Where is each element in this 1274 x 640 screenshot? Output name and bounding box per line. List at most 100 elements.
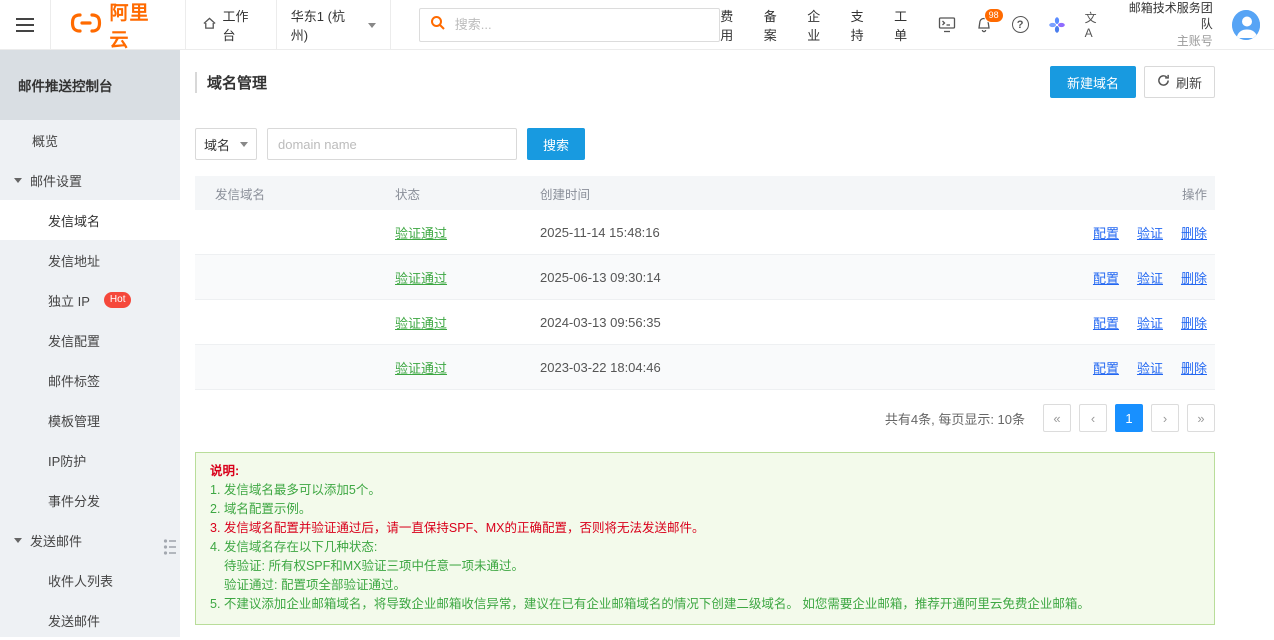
account-type: 主账号 bbox=[1122, 33, 1212, 49]
notice-line: 1. 发信域名最多可以添加5个。 bbox=[210, 481, 1200, 500]
verify-link[interactable]: 验证 bbox=[1137, 358, 1163, 377]
sidebar-item-sender-domains[interactable]: 发信域名 bbox=[0, 200, 180, 240]
triangle-down-icon bbox=[14, 538, 22, 547]
sidebar-item-event-dispatch[interactable]: 事件分发 bbox=[0, 480, 180, 520]
triangle-down-icon bbox=[14, 178, 22, 187]
created-time: 2024-03-13 09:56:35 bbox=[540, 315, 1000, 330]
aliyun-logo-icon bbox=[69, 12, 103, 37]
prev-page-button[interactable]: ‹ bbox=[1079, 404, 1107, 432]
region-label: 华东1 (杭州) bbox=[291, 6, 360, 44]
verify-link[interactable]: 验证 bbox=[1137, 223, 1163, 242]
delete-link[interactable]: 删除 bbox=[1181, 358, 1207, 377]
menu-toggle-button[interactable] bbox=[0, 0, 51, 49]
notice-box: 说明: 1. 发信域名最多可以添加5个。 2. 域名配置示例。 3. 发信域名配… bbox=[195, 452, 1215, 625]
hot-badge: Hot bbox=[104, 292, 132, 308]
main-content: 域名管理 新建域名 刷新 域名 搜索 发信域名 状态 创建时间 操作 bbox=[180, 50, 1274, 637]
configure-link[interactable]: 配置 bbox=[1093, 223, 1119, 242]
sidebar-item-sending-config[interactable]: 发信配置 bbox=[0, 320, 180, 360]
sidebar-item-template-management[interactable]: 模板管理 bbox=[0, 400, 180, 440]
domain-table: 发信域名 状态 创建时间 操作 验证通过 2025-11-14 15:48:16… bbox=[195, 176, 1215, 390]
sidebar-item-overview[interactable]: 概览 bbox=[0, 120, 180, 160]
home-icon bbox=[202, 16, 217, 33]
search-button[interactable]: 搜索 bbox=[527, 128, 585, 160]
notice-title: 说明: bbox=[210, 462, 1200, 481]
delete-link[interactable]: 删除 bbox=[1181, 223, 1207, 242]
create-domain-button[interactable]: 新建域名 bbox=[1050, 66, 1136, 98]
sidebar-item-ip-protection[interactable]: IP防护 bbox=[0, 440, 180, 480]
nav-tickets[interactable]: 工单 bbox=[894, 6, 918, 44]
table-row: 验证通过 2024-03-13 09:56:35 配置 验证 删除 bbox=[195, 300, 1215, 345]
sidebar-collapse-handle[interactable] bbox=[163, 536, 177, 561]
topbar: 阿里云 工作台 华东1 (杭州) 费用 备案 企业 支持 工单 bbox=[0, 0, 1274, 50]
pagination-summary: 共有4条, 每页显示: 10条 bbox=[885, 409, 1025, 428]
page-1-button[interactable]: 1 bbox=[1115, 404, 1143, 432]
status-link[interactable]: 验证通过 bbox=[395, 223, 540, 242]
filter-field-select[interactable]: 域名 bbox=[195, 128, 257, 160]
table-row: 验证通过 2025-11-14 15:48:16 配置 验证 删除 bbox=[195, 210, 1215, 255]
page-title: 域名管理 bbox=[195, 72, 267, 93]
language-icon[interactable]: 文A bbox=[1085, 9, 1104, 40]
notice-line: 5. 不建议添加企业邮箱域名，将导致企业邮箱收信异常，建议在已有企业邮箱域名的情… bbox=[210, 595, 1200, 614]
sidebar-item-send-mail[interactable]: 发送邮件 bbox=[0, 600, 180, 640]
notification-badge: 98 bbox=[984, 8, 1004, 23]
verify-link[interactable]: 验证 bbox=[1137, 313, 1163, 332]
configure-link[interactable]: 配置 bbox=[1093, 268, 1119, 287]
notice-line: 3. 发信域名配置并验证通过后，请一直保持SPF、MX的正确配置，否则将无法发送… bbox=[210, 519, 1200, 538]
workbench-label: 工作台 bbox=[223, 6, 260, 44]
global-search-input[interactable] bbox=[455, 17, 710, 32]
nav-enterprise[interactable]: 企业 bbox=[807, 6, 831, 44]
verify-link[interactable]: 验证 bbox=[1137, 268, 1163, 287]
column-status: 状态 bbox=[395, 184, 540, 203]
nav-support[interactable]: 支持 bbox=[851, 6, 875, 44]
delete-link[interactable]: 删除 bbox=[1181, 268, 1207, 287]
help-icon[interactable]: ? bbox=[1012, 16, 1029, 33]
sidebar-group-send-mail[interactable]: 发送邮件 bbox=[0, 520, 180, 560]
status-link[interactable]: 验证通过 bbox=[395, 358, 540, 377]
nav-billing[interactable]: 费用 bbox=[720, 6, 744, 44]
created-time: 2025-11-14 15:48:16 bbox=[540, 225, 1000, 240]
nav-icp[interactable]: 备案 bbox=[764, 6, 788, 44]
table-row: 验证通过 2025-06-13 09:30:14 配置 验证 删除 bbox=[195, 255, 1215, 300]
global-search bbox=[419, 8, 721, 42]
sidebar: 邮件推送控制台 概览 邮件设置 发信域名 发信地址 独立 IP Hot 发信配置… bbox=[0, 50, 180, 637]
account-info: 邮箱技术服务团队 主账号 bbox=[1122, 0, 1212, 49]
aliyun-logo[interactable]: 阿里云 bbox=[51, 0, 185, 49]
created-time: 2025-06-13 09:30:14 bbox=[540, 270, 1000, 285]
workbench-tab[interactable]: 工作台 bbox=[185, 0, 277, 49]
sidebar-item-mail-tags[interactable]: 邮件标签 bbox=[0, 360, 180, 400]
refresh-button[interactable]: 刷新 bbox=[1144, 66, 1215, 98]
configure-link[interactable]: 配置 bbox=[1093, 358, 1119, 377]
table-row: 验证通过 2023-03-22 18:04:46 配置 验证 删除 bbox=[195, 345, 1215, 390]
sidebar-group-mail-settings[interactable]: 邮件设置 bbox=[0, 160, 180, 200]
avatar[interactable] bbox=[1232, 10, 1260, 40]
apps-pinwheel-icon[interactable] bbox=[1048, 16, 1066, 34]
chevron-down-icon bbox=[368, 23, 376, 32]
status-link[interactable]: 验证通过 bbox=[395, 313, 540, 332]
search-icon bbox=[430, 15, 446, 34]
sidebar-item-recipient-lists[interactable]: 收件人列表 bbox=[0, 560, 180, 600]
sidebar-item-sender-addresses[interactable]: 发信地址 bbox=[0, 240, 180, 280]
hamburger-icon bbox=[16, 14, 34, 36]
column-actions: 操作 bbox=[1000, 184, 1215, 203]
notice-line: 待验证: 所有权SPF和MX验证三项中任意一项未通过。 bbox=[210, 557, 1200, 576]
status-link[interactable]: 验证通过 bbox=[395, 268, 540, 287]
notice-line: 4. 发信域名存在以下几种状态: bbox=[210, 538, 1200, 557]
logo-text: 阿里云 bbox=[110, 0, 167, 52]
last-page-button[interactable]: » bbox=[1187, 404, 1215, 432]
refresh-icon bbox=[1157, 74, 1170, 90]
region-selector[interactable]: 华东1 (杭州) bbox=[277, 0, 391, 49]
console-terminal-icon[interactable] bbox=[938, 16, 956, 33]
column-domain: 发信域名 bbox=[215, 184, 395, 203]
notice-line: 验证通过: 配置项全部验证通过。 bbox=[210, 576, 1200, 595]
first-page-button[interactable]: « bbox=[1043, 404, 1071, 432]
domain-search-input[interactable] bbox=[267, 128, 517, 160]
next-page-button[interactable]: › bbox=[1151, 404, 1179, 432]
configure-link[interactable]: 配置 bbox=[1093, 313, 1119, 332]
notification-bell-icon[interactable]: 98 bbox=[975, 16, 993, 34]
pagination: 共有4条, 每页显示: 10条 « ‹ 1 › » bbox=[195, 390, 1215, 446]
table-header: 发信域名 状态 创建时间 操作 bbox=[195, 176, 1215, 210]
sidebar-title: 邮件推送控制台 bbox=[0, 50, 180, 120]
sidebar-item-dedicated-ip[interactable]: 独立 IP Hot bbox=[0, 280, 180, 320]
notice-line: 2. 域名配置示例。 bbox=[210, 500, 1200, 519]
delete-link[interactable]: 删除 bbox=[1181, 313, 1207, 332]
